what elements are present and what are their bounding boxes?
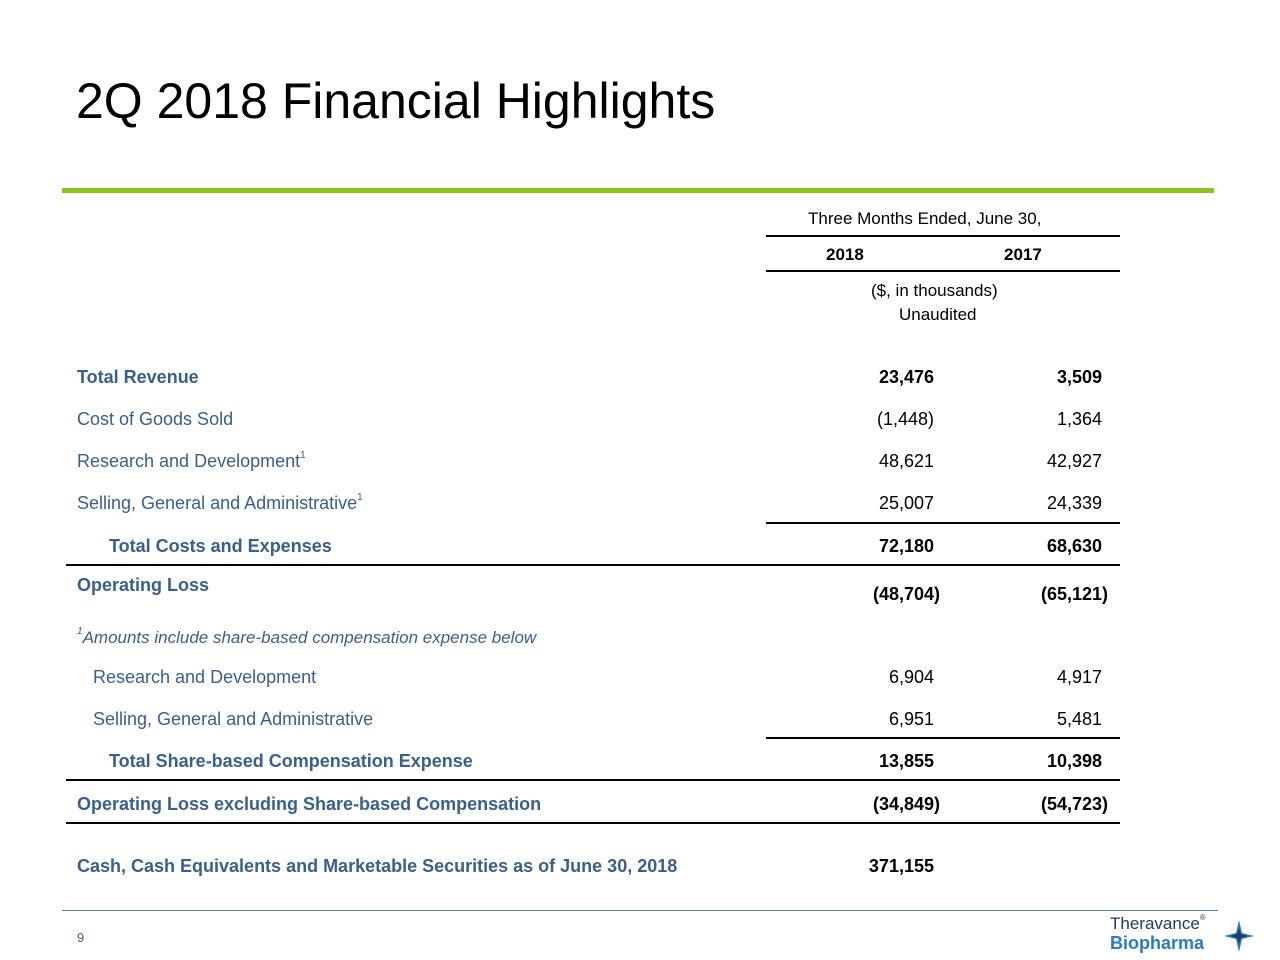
value-2018-total-costs: 72,180	[878, 536, 934, 556]
sbc-subtotal-rule	[766, 737, 1120, 739]
row-label-rnd: Research and Development1	[77, 450, 306, 472]
sbc-total-rule	[66, 779, 1120, 781]
row-label-total-costs: Total Costs and Expenses	[109, 536, 332, 556]
logo-line-1: Theravance®	[1110, 913, 1206, 933]
value-2017-total-costs: 68,630	[1046, 536, 1102, 556]
row-label-cogs: Cost of Goods Sold	[77, 409, 234, 429]
value-2018-cogs: (1,448)	[876, 409, 934, 429]
row-label-sbc-total: Total Share-based Compensation Expense	[109, 751, 473, 771]
row-label-op-loss-ex-sbc: Operating Loss excluding Share-based Com…	[77, 794, 542, 814]
column-header-2017: 2017	[1004, 245, 1042, 264]
value-2017-rnd: 42,927	[1046, 451, 1102, 471]
value-2018-sbc-rnd: 6,904	[888, 667, 934, 687]
value-2017-sbc-sga: 5,481	[1056, 709, 1102, 729]
row-label-cash: Cash, Cash Equivalents and Marketable Se…	[77, 856, 678, 876]
row-label-total-revenue: Total Revenue	[77, 367, 199, 387]
row-label-sbc-rnd: Research and Development	[93, 667, 317, 687]
units-note: ($, in thousands)	[871, 281, 998, 300]
row-label-sga: Selling, General and Administrative1	[77, 492, 363, 514]
value-2018-op-loss-ex-sbc: (34,849)	[872, 794, 940, 814]
value-2018-sbc-total: 13,855	[878, 751, 934, 771]
value-2017-cogs: 1,364	[1056, 409, 1102, 429]
unaudited-note: Unaudited	[899, 305, 977, 324]
header-bottom-rule	[766, 270, 1120, 272]
op-loss-ex-sbc-rule	[66, 822, 1120, 824]
value-2017-op-loss-ex-sbc: (54,723)	[1040, 794, 1108, 814]
value-2018-operating-loss: (48,704)	[872, 584, 940, 604]
star-logo-icon	[1224, 920, 1254, 952]
value-2017-operating-loss: (65,121)	[1040, 584, 1108, 604]
value-2018-cash: 371,155	[868, 856, 934, 876]
value-2018-sbc-sga: 6,951	[888, 709, 934, 729]
logo-line-2: Biopharma	[1110, 933, 1205, 953]
row-label-operating-loss: Operating Loss	[77, 575, 210, 595]
value-2018-rnd: 48,621	[878, 451, 934, 471]
total-costs-rule	[66, 564, 1120, 566]
footnote-marker: 1	[357, 492, 363, 503]
value-2017-sbc-rnd: 4,917	[1056, 667, 1102, 687]
value-2018-total-revenue: 23,476	[878, 367, 934, 387]
row-label-sbc-sga: Selling, General and Administrative	[93, 709, 374, 729]
value-2018-sga: 25,007	[878, 493, 934, 513]
column-header-2018: 2018	[826, 245, 864, 264]
footnote-text: 1Amounts include share-based compensatio…	[77, 626, 537, 647]
page-title: 2Q 2018 Financial Highlights	[76, 73, 716, 129]
page-number: 9	[77, 930, 85, 945]
company-logo: Theravance® Biopharma	[1110, 914, 1260, 954]
footnote-marker: 1	[300, 450, 306, 461]
period-header: Three Months Ended, June 30,	[808, 209, 1042, 228]
value-2017-total-revenue: 3,509	[1056, 367, 1102, 387]
value-2017-sbc-total: 10,398	[1046, 751, 1102, 771]
footer-rule	[62, 910, 1218, 911]
value-2017-sga: 24,339	[1046, 493, 1102, 513]
header-top-rule	[766, 235, 1120, 237]
title-divider	[62, 188, 1214, 193]
subtotal-rule	[766, 522, 1120, 524]
